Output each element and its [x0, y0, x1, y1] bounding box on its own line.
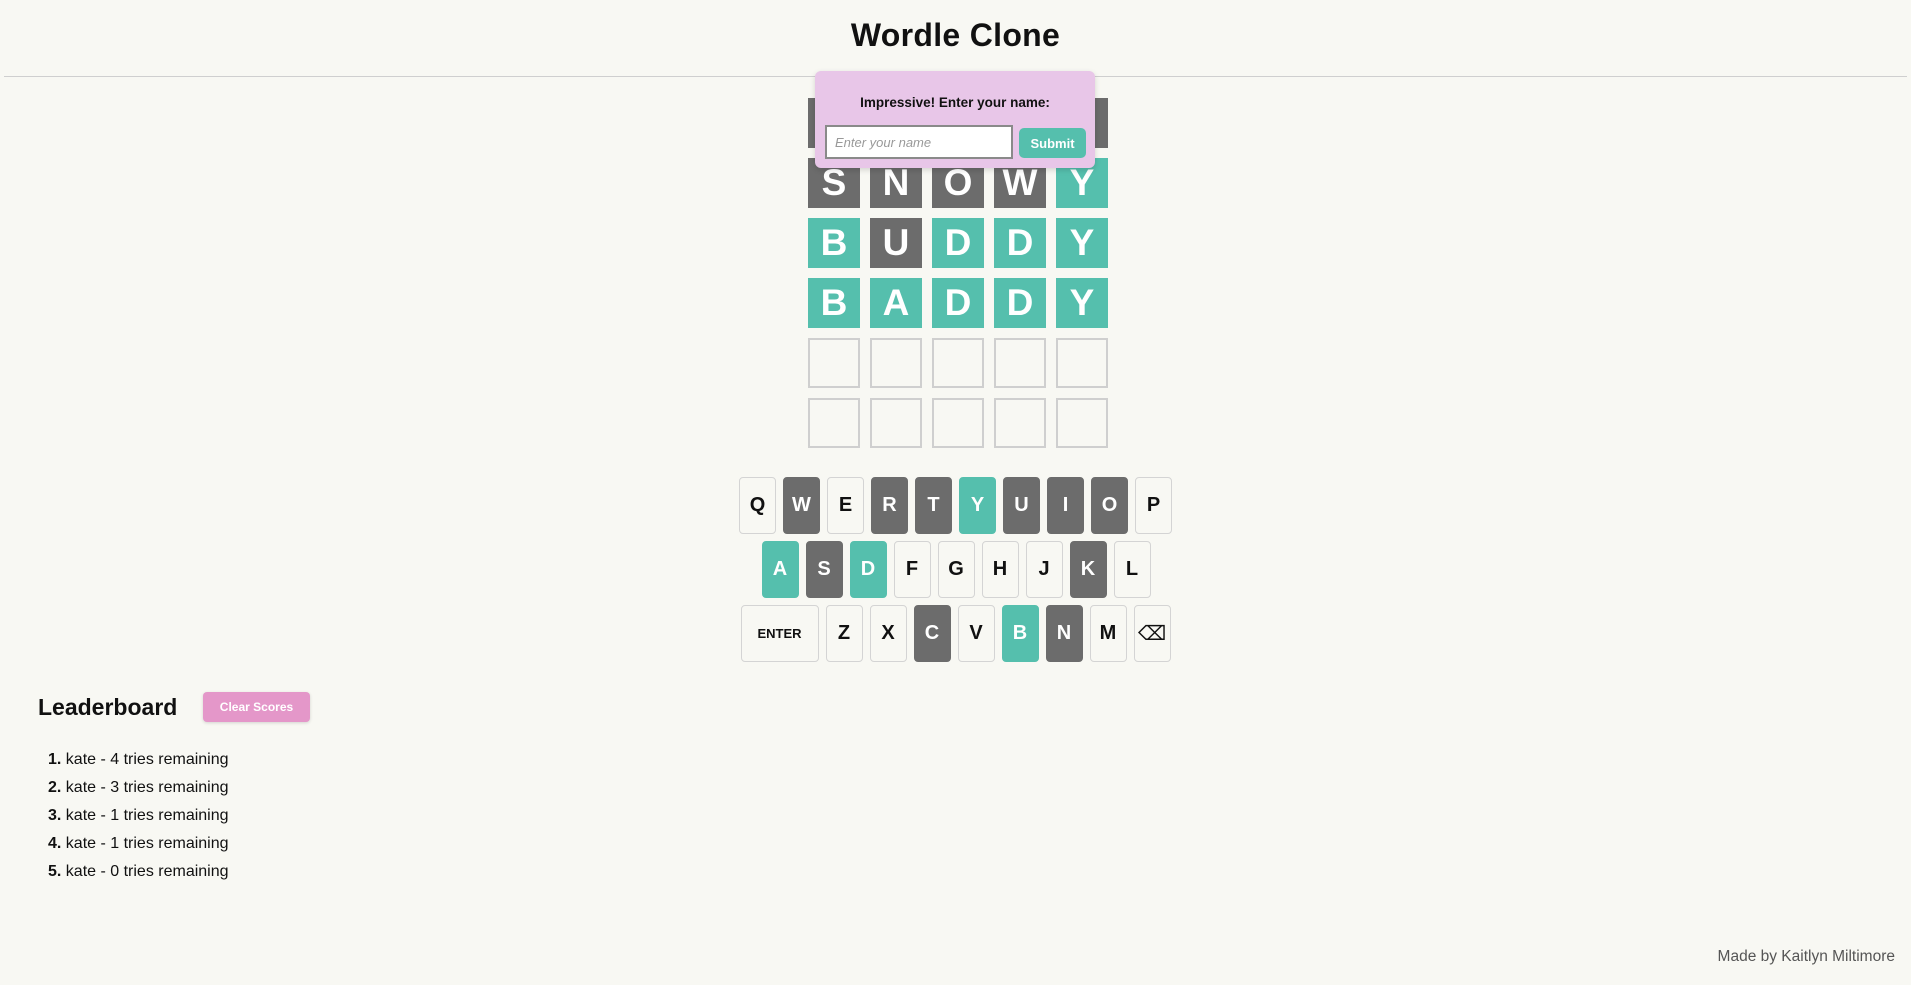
leaderboard-entry: 5. kate - 0 tries remaining [48, 862, 229, 890]
name-entry-popup: Impressive! Enter your name: Submit [815, 71, 1095, 168]
submit-button[interactable]: Submit [1019, 128, 1086, 158]
key-b[interactable]: B [1001, 605, 1039, 662]
popup-prompt: Impressive! Enter your name: [860, 95, 1050, 110]
key-v[interactable]: V [957, 605, 995, 662]
board-row [808, 338, 1108, 388]
key-t[interactable]: T [915, 477, 952, 534]
leaderboard-entry: 4. kate - 1 tries remaining [48, 834, 229, 862]
board-tile [994, 398, 1046, 448]
key-z[interactable]: Z [825, 605, 863, 662]
key-q[interactable]: Q [739, 477, 776, 534]
board-tile [808, 398, 860, 448]
board-row: BADDY [808, 278, 1108, 328]
leaderboard-entry: 3. kate - 1 tries remaining [48, 806, 229, 834]
on-screen-keyboard: Q W E R T Y U I O P A S D F G H J K L ENTER Z X C V B N M ⌫ [0, 477, 1911, 669]
clear-scores-button[interactable]: Clear Scores [203, 692, 310, 722]
board-tile: D [994, 278, 1046, 328]
key-y[interactable]: Y [959, 477, 996, 534]
board-tile: U [870, 218, 922, 268]
board-row: BUDDY [808, 218, 1108, 268]
leaderboard-rank: 3. [48, 807, 62, 824]
key-x[interactable]: X [869, 605, 907, 662]
board-tile [1056, 338, 1108, 388]
leaderboard-entry-text: kate - 1 tries remaining [65, 807, 229, 824]
board-tile: D [994, 218, 1046, 268]
board-tile [870, 398, 922, 448]
key-e[interactable]: E [827, 477, 864, 534]
board-tile [1056, 398, 1108, 448]
leaderboard-entry-text: kate - 4 tries remaining [65, 751, 229, 768]
keyboard-row: QWERTYUIOP [0, 477, 1911, 534]
board-tile [808, 338, 860, 388]
key-h[interactable]: H [981, 541, 1019, 598]
key-r[interactable]: R [871, 477, 908, 534]
key-l[interactable]: L [1113, 541, 1151, 598]
leaderboard-entry: 1. kate - 4 tries remaining [48, 750, 229, 778]
key-i[interactable]: I [1047, 477, 1084, 534]
board-tile [932, 398, 984, 448]
leaderboard-entry-text: kate - 0 tries remaining [65, 863, 229, 880]
name-input[interactable] [825, 125, 1013, 159]
page-header: Wordle Clone [4, 0, 1907, 77]
key-s[interactable]: S [805, 541, 843, 598]
key-m[interactable]: M [1089, 605, 1127, 662]
leaderboard-entry-text: kate - 3 tries remaining [65, 779, 229, 796]
key-a[interactable]: A [761, 541, 799, 598]
leaderboard-rank: 4. [48, 835, 62, 852]
board-tile: D [932, 278, 984, 328]
board-tile: D [932, 218, 984, 268]
key-p[interactable]: P [1135, 477, 1172, 534]
board-tile [932, 338, 984, 388]
page-title: Wordle Clone [850, 17, 1061, 53]
board-tile: A [870, 278, 922, 328]
leaderboard-title: Leaderboard [38, 694, 178, 720]
leaderboard-rank: 2. [48, 779, 62, 796]
key-n[interactable]: N [1045, 605, 1083, 662]
key-j[interactable]: J [1025, 541, 1063, 598]
key-u[interactable]: U [1003, 477, 1040, 534]
key-w[interactable]: W [783, 477, 820, 534]
keyboard-row: ENTER Z X C V B N M ⌫ [0, 605, 1911, 662]
board-row [808, 398, 1108, 448]
leaderboard-rank: 1. [48, 751, 62, 768]
key-k[interactable]: K [1069, 541, 1107, 598]
board-tile: B [808, 218, 860, 268]
leaderboard-entry-text: kate - 1 tries remaining [65, 835, 229, 852]
key-o[interactable]: O [1091, 477, 1128, 534]
backspace-icon[interactable]: ⌫ [1133, 605, 1171, 662]
board-tile [870, 338, 922, 388]
key-d[interactable]: D [849, 541, 887, 598]
enter-key[interactable]: ENTER [740, 605, 819, 662]
keyboard-row: ASDFGHJKL [1, 541, 1911, 598]
leaderboard-entry: 2. kate - 3 tries remaining [48, 778, 229, 806]
key-g[interactable]: G [937, 541, 975, 598]
board-tile: B [808, 278, 860, 328]
board-tile: Y [1056, 218, 1108, 268]
leaderboard-list: 1. kate - 4 tries remaining 2. kate - 3 t… [48, 750, 229, 890]
key-c[interactable]: C [913, 605, 951, 662]
leaderboard-rank: 5. [48, 863, 62, 880]
board-tile [994, 338, 1046, 388]
board-tile: Y [1056, 278, 1108, 328]
key-f[interactable]: F [893, 541, 931, 598]
footer-credit: Made by Kaitlyn Miltimore [1717, 948, 1895, 965]
